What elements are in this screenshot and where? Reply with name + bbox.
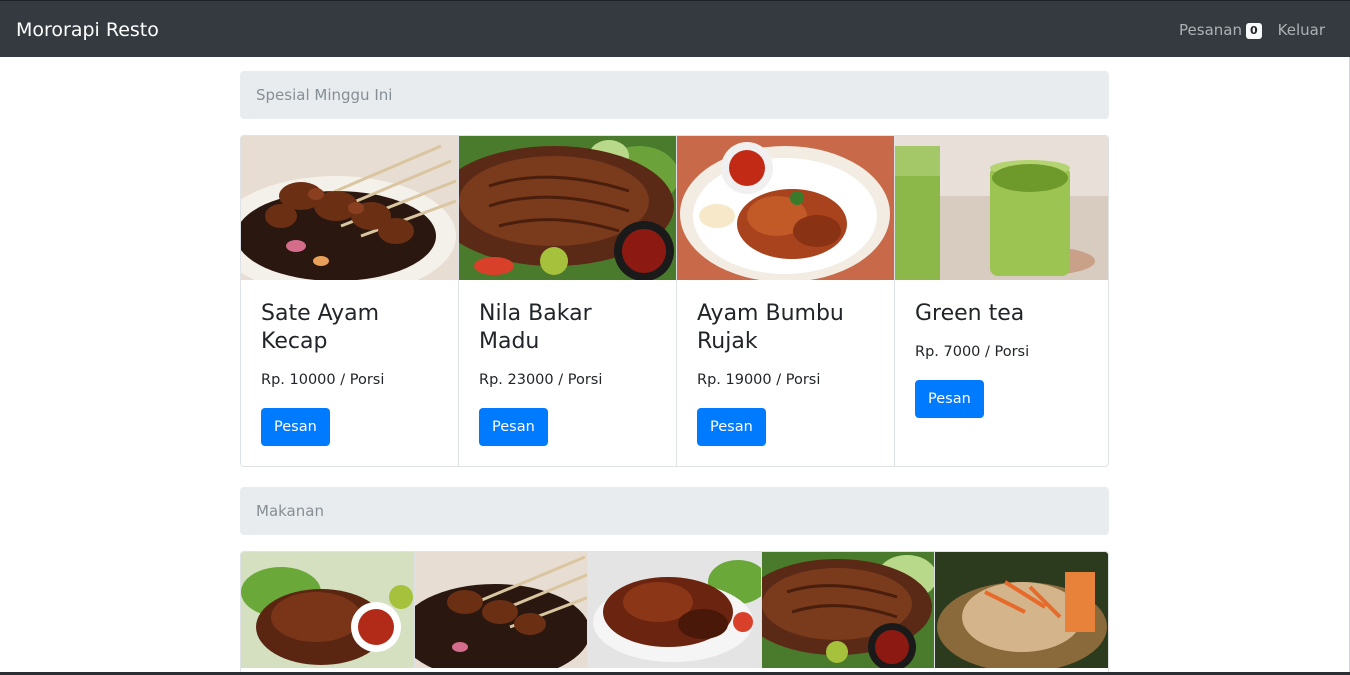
food-section-header: Makanan — [240, 487, 1109, 535]
green-tea-photo — [895, 136, 1108, 280]
grilled-chicken-photo — [677, 136, 894, 280]
menu-card-nila-bakar-madu: Nila Bakar Madu Rp. 23000 / Porsi Pesan — [459, 136, 677, 466]
order-button[interactable]: Pesan — [697, 408, 766, 446]
top-navbar: Mororapi Resto Pesanan 0 Keluar — [0, 0, 1350, 57]
roast-duck-photo[interactable] — [241, 552, 415, 668]
orders-link[interactable]: Pesanan 0 — [1179, 20, 1262, 40]
sate-ayam-photo[interactable] — [414, 552, 589, 668]
order-button[interactable]: Pesan — [915, 380, 984, 418]
menu-item-price: Rp. 19000 / Porsi — [697, 372, 821, 388]
nav-links: Pesanan 0 Keluar — [1179, 20, 1325, 40]
order-button[interactable]: Pesan — [261, 408, 330, 446]
special-section-header: Spesial Minggu Ini — [240, 71, 1109, 119]
orders-label: Pesanan — [1179, 21, 1242, 39]
grilled-fish-photo — [459, 136, 676, 280]
menu-item-price: Rp. 23000 / Porsi — [479, 372, 603, 388]
food-card-row — [240, 551, 1109, 675]
menu-item-name: Sate Ayam Kecap — [261, 301, 380, 354]
menu-item-price: Rp. 7000 / Porsi — [915, 344, 1030, 360]
brand-title[interactable]: Mororapi Resto — [16, 18, 159, 42]
menu-item-price: Rp. 10000 / Porsi — [261, 372, 385, 388]
grilled-chicken-photo[interactable] — [588, 552, 762, 668]
grilled-fish-photo[interactable] — [761, 552, 936, 668]
order-button[interactable]: Pesan — [479, 408, 548, 446]
special-card-deck: Sate Ayam Kecap Rp. 10000 / Porsi Pesan … — [240, 135, 1109, 467]
menu-card-sate-ayam-kecap: Sate Ayam Kecap Rp. 10000 / Porsi Pesan — [241, 136, 459, 466]
sate-ayam-photo — [241, 136, 458, 280]
fried-fish-photo[interactable] — [935, 552, 1108, 668]
menu-card-green-tea: Green tea Rp. 7000 / Porsi Pesan — [895, 136, 1108, 466]
logout-link[interactable]: Keluar — [1278, 20, 1325, 40]
orders-count-badge: 0 — [1245, 23, 1262, 39]
menu-item-name: Ayam Bumbu Rujak — [697, 301, 844, 354]
menu-item-name: Green tea — [915, 301, 1025, 326]
menu-card-ayam-bumbu-rujak: Ayam Bumbu Rujak Rp. 19000 / Porsi Pesan — [677, 136, 895, 466]
menu-item-name: Nila Bakar Madu — [479, 301, 592, 354]
